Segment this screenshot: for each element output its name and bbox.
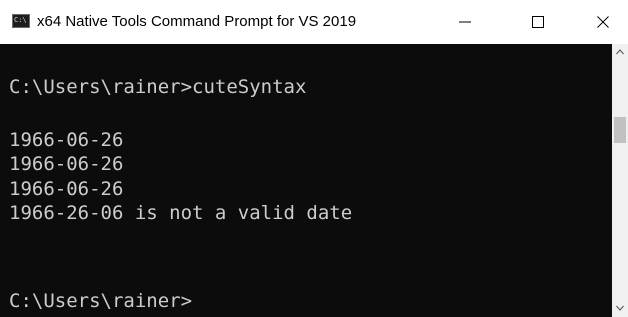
- title-bar[interactable]: C:\ x64 Native Tools Command Prompt for …: [0, 0, 628, 44]
- console-line-output: 1966-06-26: [9, 178, 124, 200]
- command-prompt-icon[interactable]: C:\: [12, 14, 30, 28]
- chevron-up-icon: [616, 49, 624, 55]
- chevron-down-icon: [616, 305, 624, 311]
- console-output[interactable]: C:\Users\rainer>cuteSyntax 1966-06-26 19…: [0, 44, 612, 317]
- window-title: x64 Native Tools Command Prompt for VS 2…: [37, 13, 357, 30]
- maximize-icon: [532, 16, 544, 28]
- console-line-prompt-command: C:\Users\rainer>cuteSyntax: [9, 76, 307, 98]
- console-window: C:\ x64 Native Tools Command Prompt for …: [0, 0, 628, 317]
- console-line-error: 1966-26-06 is not a valid date: [9, 202, 353, 224]
- console-line-prompt: C:\Users\rainer>: [9, 290, 193, 312]
- console-line-output: 1966-06-26: [9, 129, 124, 151]
- scrollbar-thumb[interactable]: [614, 117, 626, 143]
- icon-glyph: C:\: [14, 16, 27, 24]
- vertical-scrollbar[interactable]: [612, 44, 628, 317]
- scroll-down-button[interactable]: [612, 300, 628, 317]
- minimize-icon: [459, 21, 471, 23]
- maximize-button[interactable]: [515, 0, 561, 44]
- close-button[interactable]: [580, 0, 626, 44]
- close-icon: [597, 16, 609, 28]
- scroll-up-button[interactable]: [612, 44, 628, 61]
- console-line-output: 1966-06-26: [9, 153, 124, 175]
- minimize-button[interactable]: [442, 0, 488, 44]
